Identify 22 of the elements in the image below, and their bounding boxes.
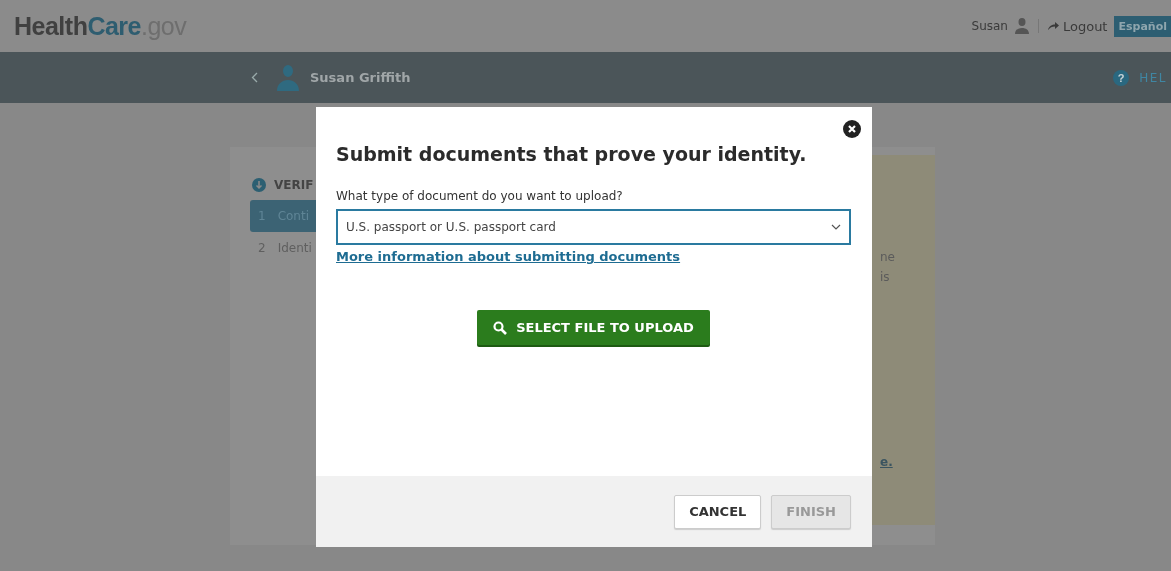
close-icon[interactable] [843,120,861,138]
notice-link[interactable]: e. [880,455,893,469]
user-name: Susan [971,19,1008,33]
document-type-dropdown[interactable]: U.S. passport or U.S. passport card [336,209,851,245]
chevron-down-icon [831,224,841,230]
select-file-button[interactable]: SELECT FILE TO UPLOAD [477,310,710,345]
help-link[interactable]: HEL [1139,70,1167,85]
cancel-button[interactable]: CANCEL [674,494,762,529]
back-chevron-icon[interactable] [251,72,258,83]
arrow-icon [1047,21,1059,31]
person-icon [1014,18,1029,34]
dialog-title: Submit documents that prove your identity. [336,143,808,165]
field-label: What type of document do you want to upload? [336,189,624,203]
language-button[interactable]: Español [1114,15,1171,37]
info-link[interactable]: More information about submitting documents [336,249,681,264]
help-icon[interactable]: ? [1113,69,1130,86]
logout-link[interactable]: Logout [1047,18,1108,34]
search-icon [493,320,508,335]
person-icon [276,64,300,91]
step-heading: VERIF [274,178,314,192]
down-arrow-icon [252,178,266,192]
person-name: Susan Griffith [310,70,411,85]
